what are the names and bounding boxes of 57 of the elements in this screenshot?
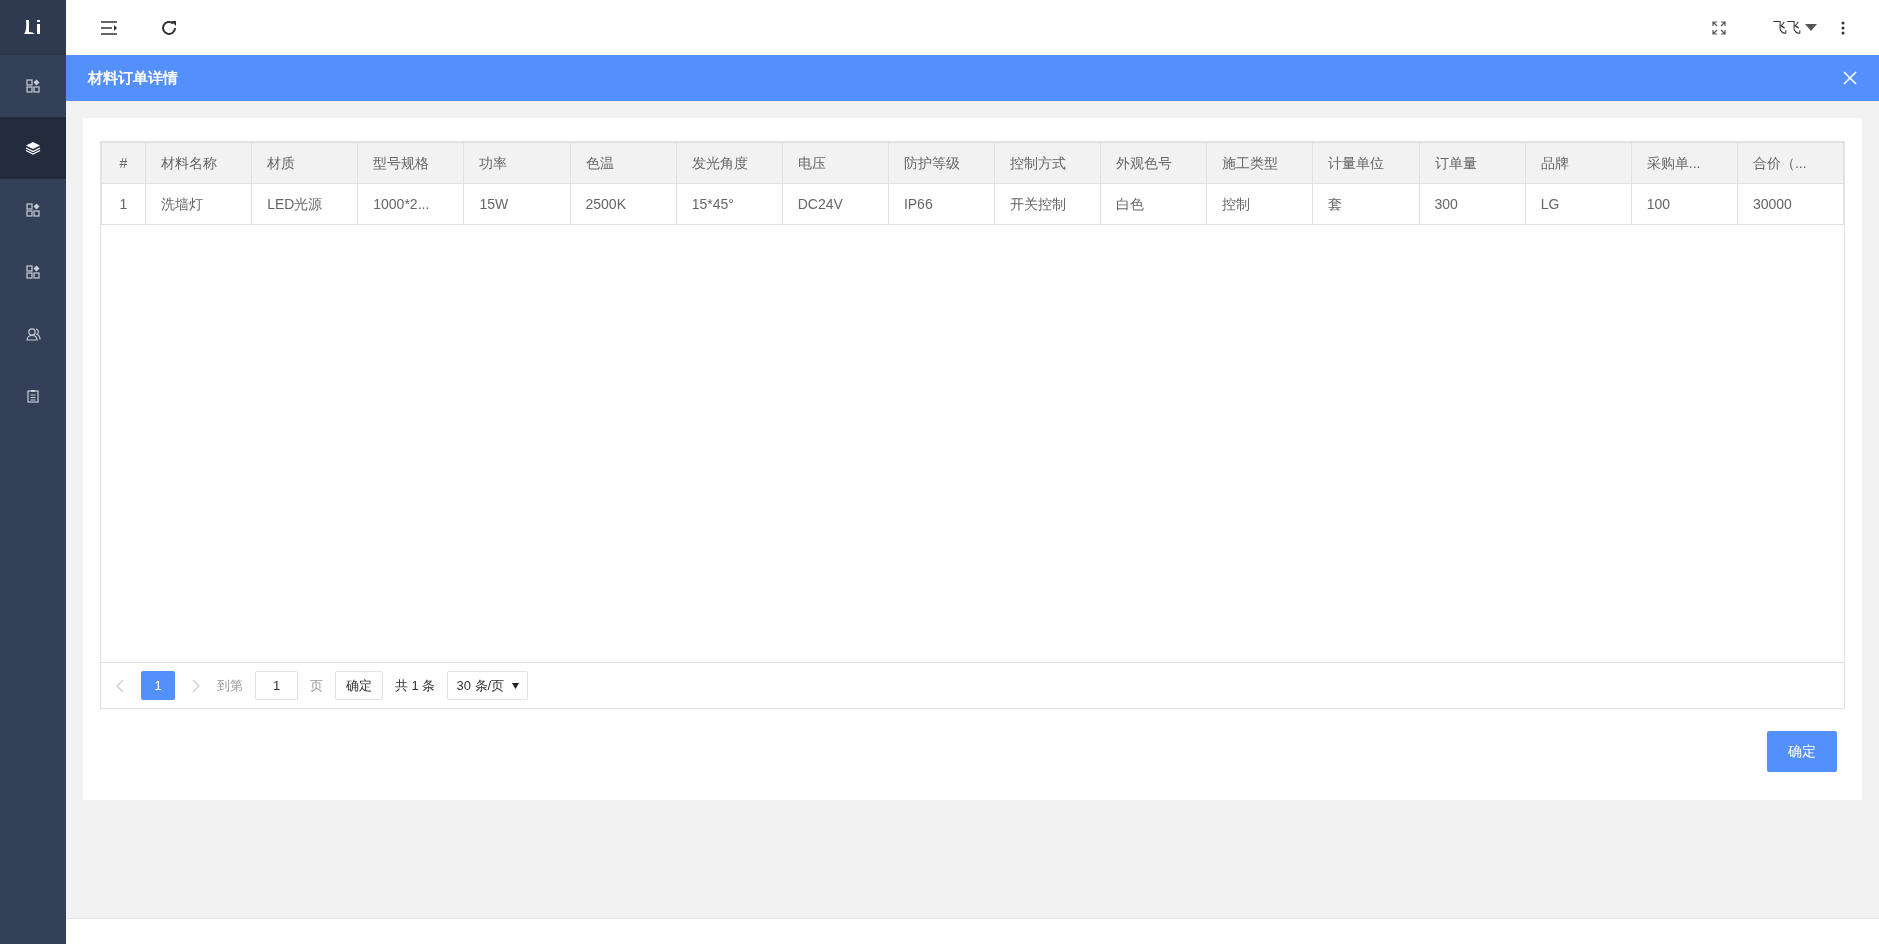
refresh-icon[interactable] (160, 18, 178, 37)
user-menu[interactable]: 飞飞 (1773, 17, 1817, 38)
fullscreen-icon[interactable] (1711, 19, 1727, 36)
table-cell: 控制 (1206, 183, 1313, 225)
menu-collapse-icon[interactable] (100, 19, 118, 36)
caret-icon (1805, 24, 1817, 31)
column-header: 合价（... (1737, 142, 1844, 184)
column-header: 型号规格 (357, 142, 464, 184)
column-header: 控制方式 (994, 142, 1101, 184)
column-header: 功率 (463, 142, 570, 184)
table-cell: 1 (101, 183, 146, 225)
table-cell: IP66 (888, 183, 995, 225)
table-cell: 2500K (570, 183, 677, 225)
grid-icon (26, 265, 40, 279)
table-cell: DC24V (782, 183, 889, 225)
column-header: 外观色号 (1100, 142, 1207, 184)
table-cell: 100 (1631, 183, 1738, 225)
logo-icon (23, 19, 43, 35)
page-size-select[interactable]: 30 条/页 (447, 671, 529, 700)
column-header: 发光角度 (676, 142, 783, 184)
grid-icon (26, 203, 40, 217)
more-icon[interactable] (1841, 19, 1845, 36)
table-cell: 洗墙灯 (145, 183, 252, 225)
page-label: 页 (310, 676, 323, 695)
caret-icon (512, 682, 520, 689)
table-cell: LED光源 (251, 183, 358, 225)
table-cell: 15W (463, 183, 570, 225)
column-header: 品牌 (1525, 142, 1632, 184)
table-cell: 开关控制 (994, 183, 1101, 225)
column-header: 施工类型 (1206, 142, 1313, 184)
users-icon (25, 327, 41, 341)
table-cell: 1000*2... (357, 183, 464, 225)
column-header: 色温 (570, 142, 677, 184)
goto-button[interactable]: 确定 (335, 671, 383, 700)
column-header: 材料名称 (145, 142, 252, 184)
column-header: 防护等级 (888, 142, 995, 184)
layers-icon (25, 141, 41, 155)
page-input[interactable]: 1 (255, 671, 298, 700)
table-cell: 套 (1312, 183, 1419, 225)
table-cell: 15*45° (676, 183, 783, 225)
clipboard-icon (27, 389, 39, 403)
table-cell: 300 (1419, 183, 1526, 225)
close-icon[interactable] (1843, 71, 1857, 85)
total-count: 共 1 条 (395, 676, 436, 695)
table-cell: 30000 (1737, 183, 1844, 225)
column-header: 电压 (782, 142, 889, 184)
column-header: 订单量 (1419, 142, 1526, 184)
column-header: 计量单位 (1312, 142, 1419, 184)
column-header: 采购单... (1631, 142, 1738, 184)
column-header: # (101, 142, 146, 184)
sidebar-item[interactable] (0, 117, 66, 179)
column-header: 材质 (251, 142, 358, 184)
table-cell: 白色 (1100, 183, 1207, 225)
dialog-title: 材料订单详情 (88, 67, 178, 88)
grid-icon (26, 79, 40, 93)
table-cell: LG (1525, 183, 1632, 225)
goto-label: 到第 (217, 676, 243, 695)
